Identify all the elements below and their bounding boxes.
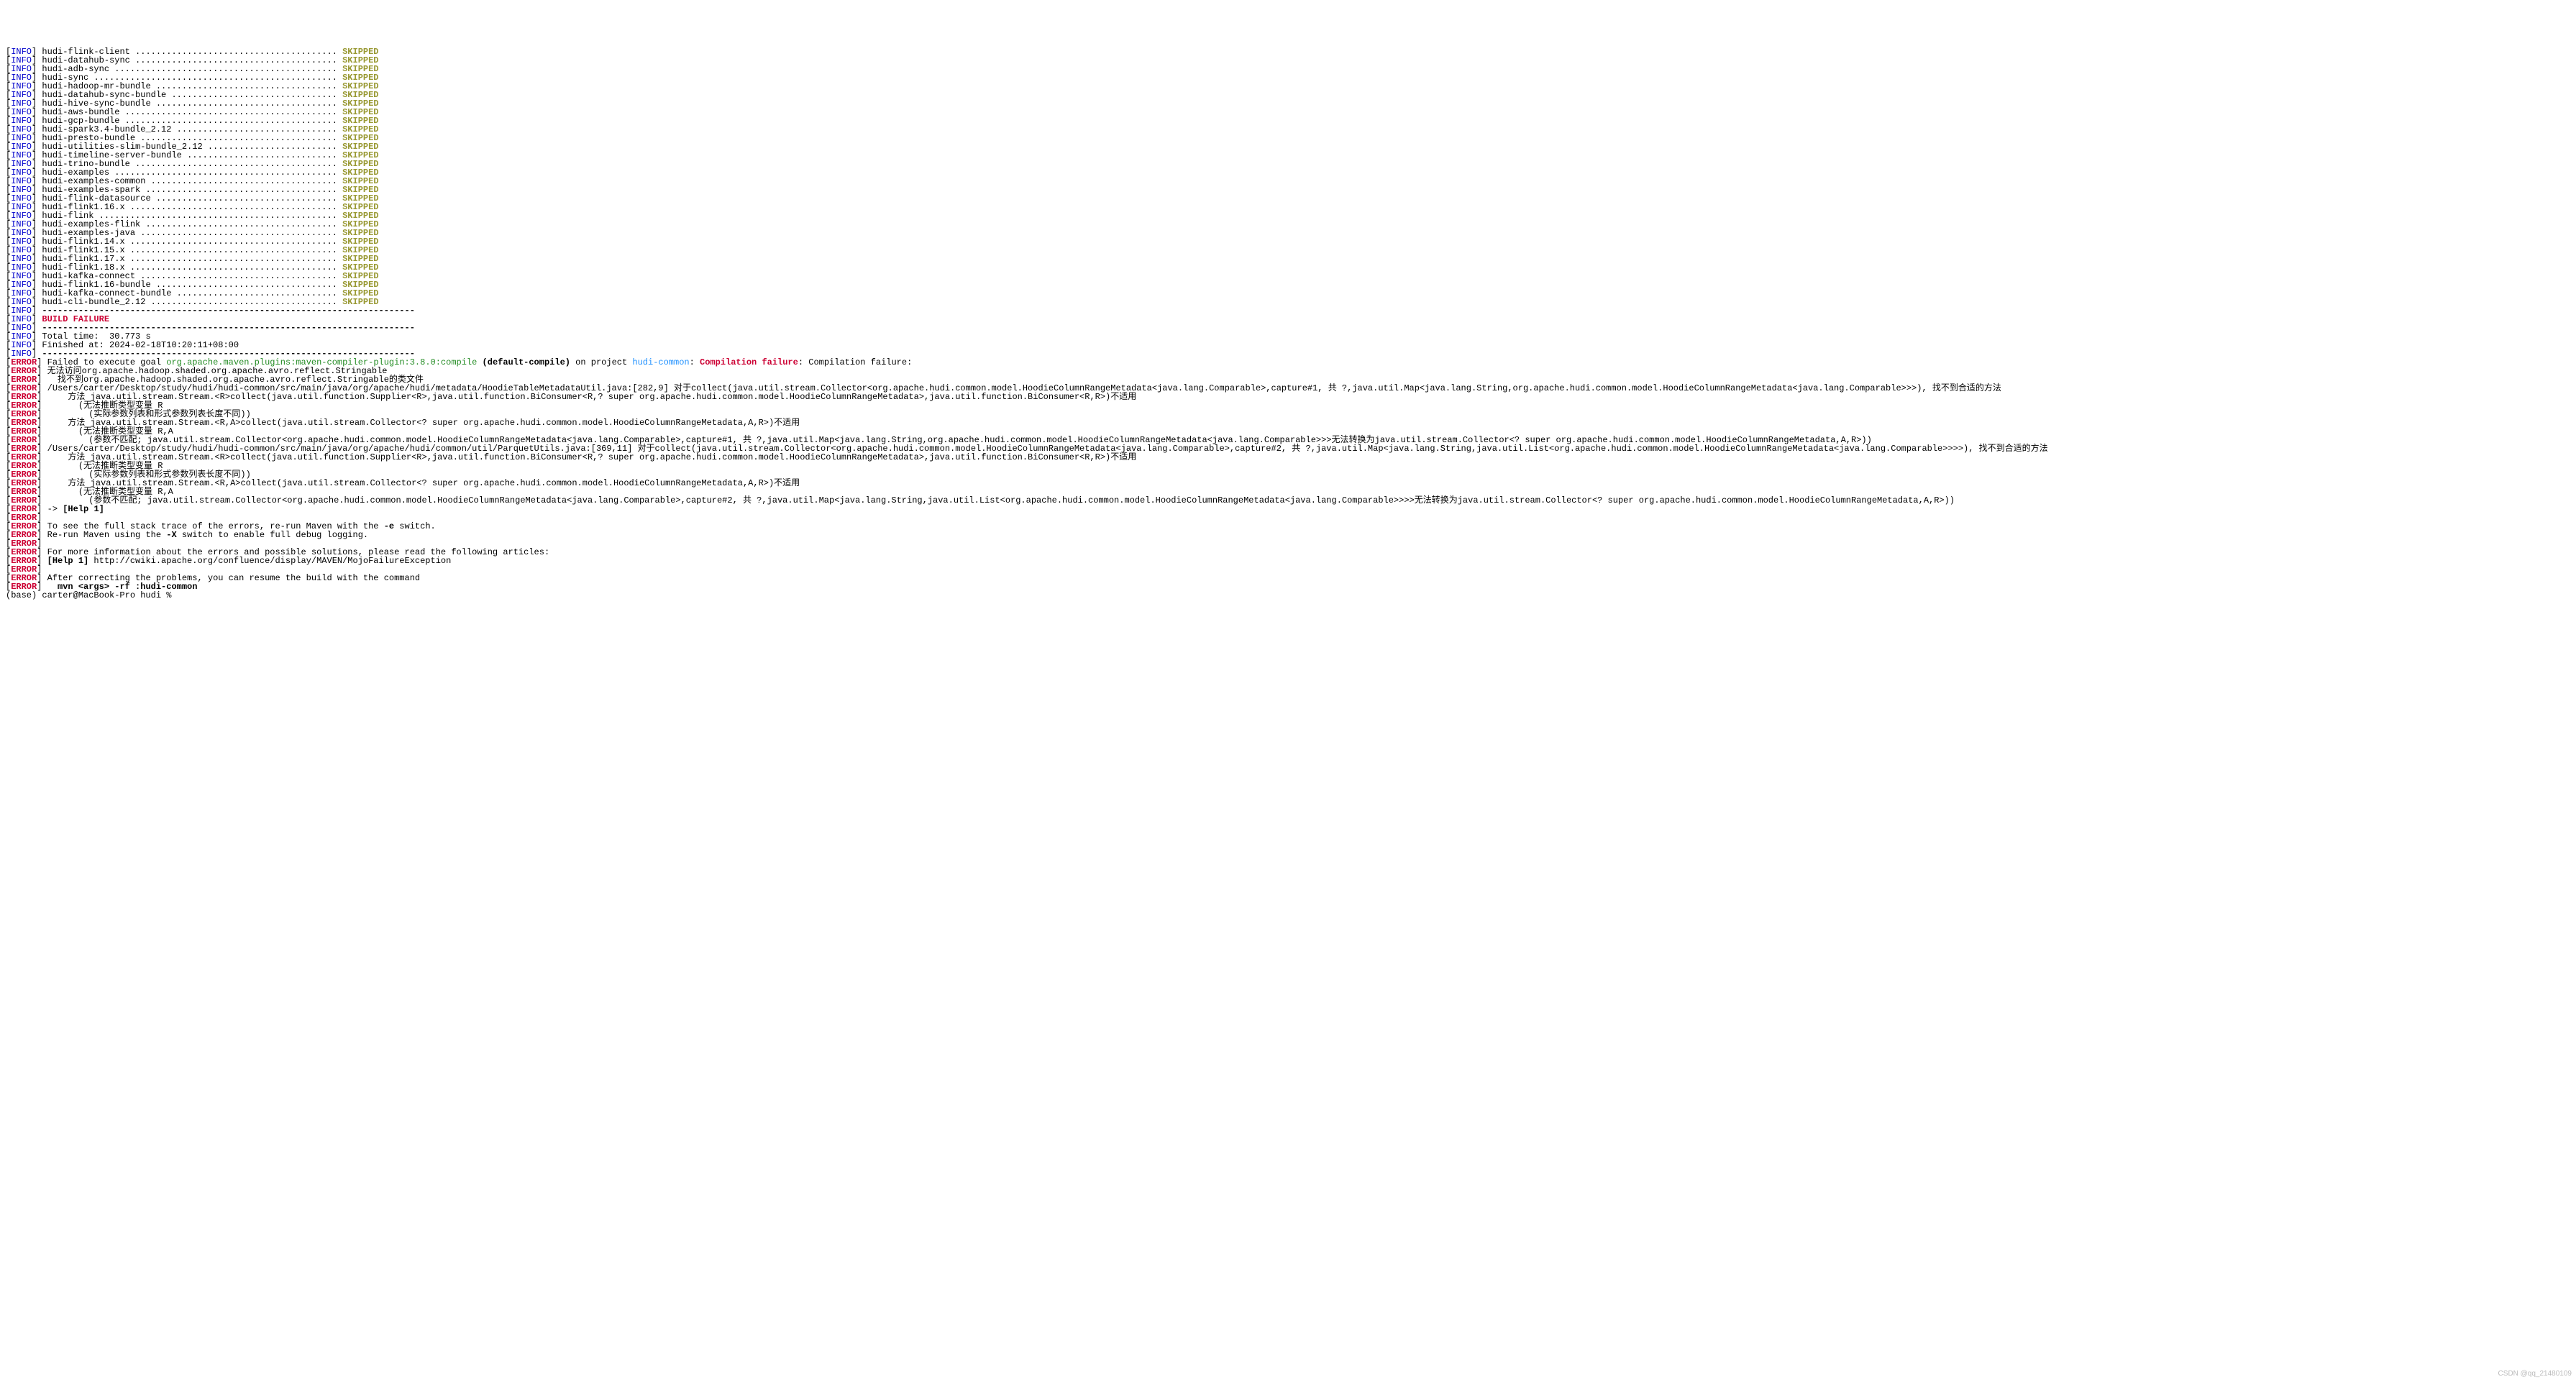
log-line: [INFO] ---------------------------------…	[6, 306, 2570, 315]
log-line: [ERROR] (无法推断类型变量 R	[6, 401, 2570, 410]
error-detail: (参数不匹配; java.util.stream.Collector<org.a…	[47, 495, 1955, 505]
watermark: CSDN @qq_21480109	[2498, 1370, 2572, 1378]
compilation-failure: Compilation failure	[700, 357, 798, 367]
log-line: [INFO] Total time: 30.773 s	[6, 332, 2570, 341]
log-line: [ERROR] 方法 java.util.stream.Stream.<R>co…	[6, 393, 2570, 401]
log-line: [INFO] hudi-adb-sync ...................…	[6, 65, 2570, 73]
log-line: [INFO] hudi-flink1.16.x ................…	[6, 203, 2570, 211]
log-line: [INFO] hudi-examples ...................…	[6, 168, 2570, 177]
log-line: [ERROR] Failed to execute goal org.apach…	[6, 358, 2570, 367]
log-line: [INFO] hudi-flink ......................…	[6, 211, 2570, 220]
goal-default: (default-compile)	[477, 357, 570, 367]
log-line: [INFO] hudi-flink1.17.x ................…	[6, 255, 2570, 263]
log-line: [INFO] hudi-sync .......................…	[6, 73, 2570, 82]
log-line: [INFO] hudi-kafka-connect ..............…	[6, 272, 2570, 280]
log-line: [INFO] hudi-flink-datasource ...........…	[6, 194, 2570, 203]
log-line: [ERROR] mvn <args> -rf :hudi-common	[6, 582, 2570, 591]
log-line: [INFO] hudi-examples-spark .............…	[6, 186, 2570, 194]
log-line: [ERROR] Re-run Maven using the -X switch…	[6, 531, 2570, 539]
help-link-label: [Help 1]	[47, 556, 89, 566]
log-line: [ERROR] To see the full stack trace of t…	[6, 522, 2570, 531]
help-1: [Help 1]	[63, 504, 104, 514]
log-line: [ERROR] (无法推断类型变量 R	[6, 462, 2570, 470]
e-switch: -e	[384, 521, 394, 531]
project-name: hudi-common	[632, 357, 689, 367]
error-detail: 方法 java.util.stream.Stream.<R>collect(ja…	[47, 392, 1137, 402]
log-line: [INFO] hudi-flink-client ...............…	[6, 47, 2570, 56]
log-line: [INFO] hudi-timeline-server-bundle .....…	[6, 151, 2570, 160]
log-line: [INFO] hudi-flink1.16-bundle ...........…	[6, 280, 2570, 289]
log-line: [ERROR] After correcting the problems, y…	[6, 574, 2570, 582]
log-line: [ERROR] 方法 java.util.stream.Stream.<R,A>…	[6, 479, 2570, 488]
log-line: [INFO] hudi-flink1.14.x ................…	[6, 237, 2570, 246]
log-line: [INFO] hudi-trino-bundle ...............…	[6, 160, 2570, 168]
log-line: [INFO] hudi-examples-flink .............…	[6, 220, 2570, 229]
log-line: [INFO] ---------------------------------…	[6, 324, 2570, 332]
log-line: [INFO] hudi-hive-sync-bundle ...........…	[6, 99, 2570, 108]
log-line: [INFO] hudi-flink1.15.x ................…	[6, 246, 2570, 255]
log-line: [INFO] hudi-aws-bundle .................…	[6, 108, 2570, 116]
log-line: [ERROR] [Help 1] http://cwiki.apache.org…	[6, 557, 2570, 565]
log-line: [ERROR] 方法 java.util.stream.Stream.<R>co…	[6, 453, 2570, 462]
log-line: [INFO] hudi-examples-common ............…	[6, 177, 2570, 186]
log-line: [INFO] hudi-hadoop-mr-bundle ...........…	[6, 82, 2570, 91]
log-line: [ERROR] (参数不匹配; java.util.stream.Collect…	[6, 496, 2570, 505]
log-line: [INFO] hudi-gcp-bundle .................…	[6, 116, 2570, 125]
log-line: [INFO] hudi-flink1.18.x ................…	[6, 263, 2570, 272]
log-line: [INFO] hudi-presto-bundle ..............…	[6, 134, 2570, 142]
shell-prompt-line: (base) carter@MacBook-Pro hudi %	[6, 591, 2570, 600]
help-link-url: http://cwiki.apache.org/confluence/displ…	[88, 556, 451, 566]
on-project: on project	[570, 357, 632, 367]
stacktrace-post: switch.	[394, 521, 436, 531]
terminal-output[interactable]: [INFO] hudi-flink-client ...............…	[0, 43, 2576, 604]
log-line: [INFO] hudi-kafka-connect-bundle .......…	[6, 289, 2570, 298]
error-detail: 方法 java.util.stream.Stream.<R>collect(ja…	[47, 452, 1137, 462]
goal-tail: : Compilation failure:	[798, 357, 912, 367]
log-line: [ERROR] -> [Help 1]	[6, 505, 2570, 513]
log-line: [INFO] hudi-examples-java ..............…	[6, 229, 2570, 237]
colon: :	[690, 357, 700, 367]
rerun-post: switch to enable full debug logging.	[177, 530, 368, 540]
shell-prompt[interactable]: (base) carter@MacBook-Pro hudi %	[6, 590, 177, 600]
log-line: [INFO] hudi-datahub-sync ...............…	[6, 56, 2570, 65]
log-line: [INFO] hudi-datahub-sync-bundle ........…	[6, 91, 2570, 99]
log-line: [INFO] hudi-spark3.4-bundle_2.12 .......…	[6, 125, 2570, 134]
log-line: [INFO] hudi-utilities-slim-bundle_2.12 .…	[6, 142, 2570, 151]
rerun-pre: Re-run Maven using the	[47, 530, 167, 540]
x-switch: -X	[166, 530, 176, 540]
arrow: ->	[47, 504, 63, 514]
log-line: [ERROR] 方法 java.util.stream.Stream.<R,A>…	[6, 418, 2570, 427]
